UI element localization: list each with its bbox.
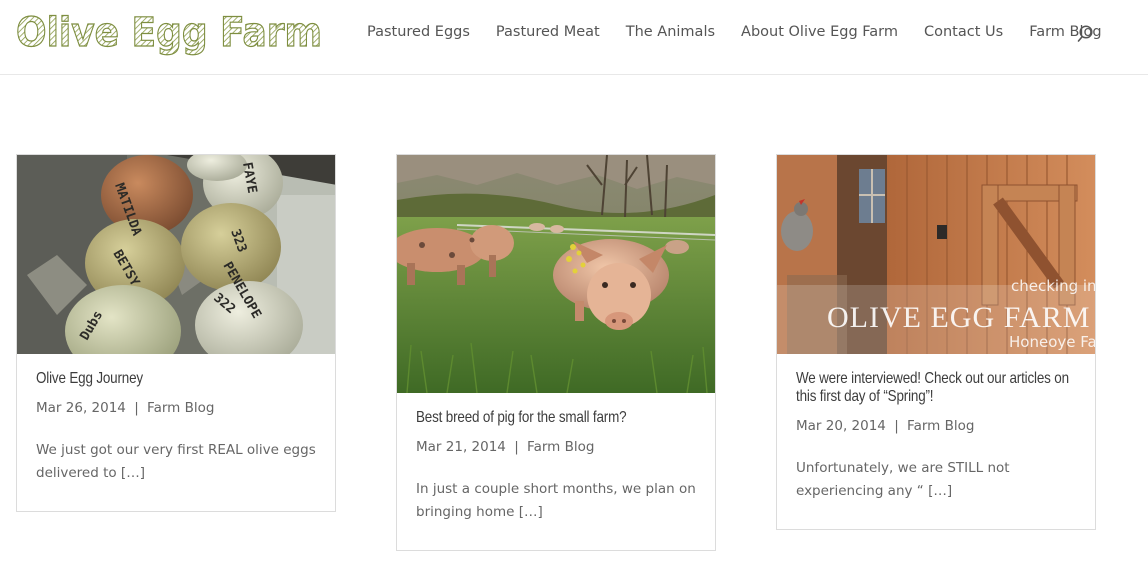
post-date: Mar 26, 2014 [36, 400, 126, 416]
site-header: Olive Egg Farm Pastured Eggs Pastured Mea… [0, 0, 1148, 75]
post-date: Mar 20, 2014 [796, 418, 886, 434]
post-thumbnail-eggs[interactable]: MATILDA FAYE 323 BETSY PENELOPE 322 Dubs [17, 155, 335, 354]
post-title: Best breed of pig for the small farm? [416, 409, 693, 427]
main-nav: Pastured Eggs Pastured Meat The Animals Abo… [367, 24, 1128, 40]
blog-post-card: checking in w OLIVE EGG FARM Honeoye Fal… [776, 154, 1096, 530]
post-title: Olive Egg Journey [36, 370, 313, 388]
search-icon[interactable] [1076, 24, 1096, 44]
blog-post-card: Best breed of pig for the small farm? Ma… [396, 154, 716, 551]
post-meta: Mar 26, 2014 | Farm Blog [36, 399, 316, 417]
post-meta: Mar 21, 2014 | Farm Blog [416, 438, 696, 456]
post-meta: Mar 20, 2014 | Farm Blog [796, 417, 1076, 435]
post-body: Best breed of pig for the small farm? Ma… [397, 393, 715, 550]
meta-separator: | [514, 439, 519, 455]
nav-the-animals[interactable]: The Animals [626, 24, 715, 40]
post-thumbnail-pigs[interactable] [397, 155, 715, 393]
site-logo[interactable]: Olive Egg Farm [16, 6, 326, 58]
blog-post-card: MATILDA FAYE 323 BETSY PENELOPE 322 Dubs… [16, 154, 336, 512]
post-body: We were interviewed! Check out our artic… [777, 354, 1095, 529]
post-title-link[interactable]: Olive Egg Journey [36, 370, 143, 387]
post-excerpt: We just got our very first REAL olive eg… [36, 442, 316, 481]
post-title-link[interactable]: We were interviewed! Check out our artic… [796, 370, 1069, 405]
post-category-link[interactable]: Farm Blog [527, 439, 594, 455]
nav-pastured-eggs[interactable]: Pastured Eggs [367, 24, 470, 40]
post-title-link[interactable]: Best breed of pig for the small farm? [416, 409, 627, 426]
post-date: Mar 21, 2014 [416, 439, 506, 455]
coop-caption-line2: OLIVE EGG FARM [827, 301, 1090, 334]
coop-caption-line3: Honeoye Falls [1009, 333, 1095, 351]
meta-separator: | [134, 400, 139, 416]
meta-separator: | [894, 418, 899, 434]
post-category-link[interactable]: Farm Blog [907, 418, 974, 434]
nav-about[interactable]: About Olive Egg Farm [741, 24, 898, 40]
post-excerpt: Unfortunately, we are STILL not experien… [796, 460, 1010, 499]
post-body: Olive Egg Journey Mar 26, 2014 | Farm Bl… [17, 354, 335, 511]
post-thumbnail-coop[interactable]: checking in w OLIVE EGG FARM Honeoye Fal… [777, 155, 1095, 354]
logo-text: Olive Egg Farm [16, 10, 322, 56]
nav-contact[interactable]: Contact Us [924, 24, 1003, 40]
coop-caption-line1: checking in w [1011, 277, 1095, 295]
post-category-link[interactable]: Farm Blog [147, 400, 214, 416]
post-excerpt: In just a couple short months, we plan o… [416, 481, 696, 520]
nav-pastured-meat[interactable]: Pastured Meat [496, 24, 600, 40]
post-title: We were interviewed! Check out our artic… [796, 370, 1073, 406]
